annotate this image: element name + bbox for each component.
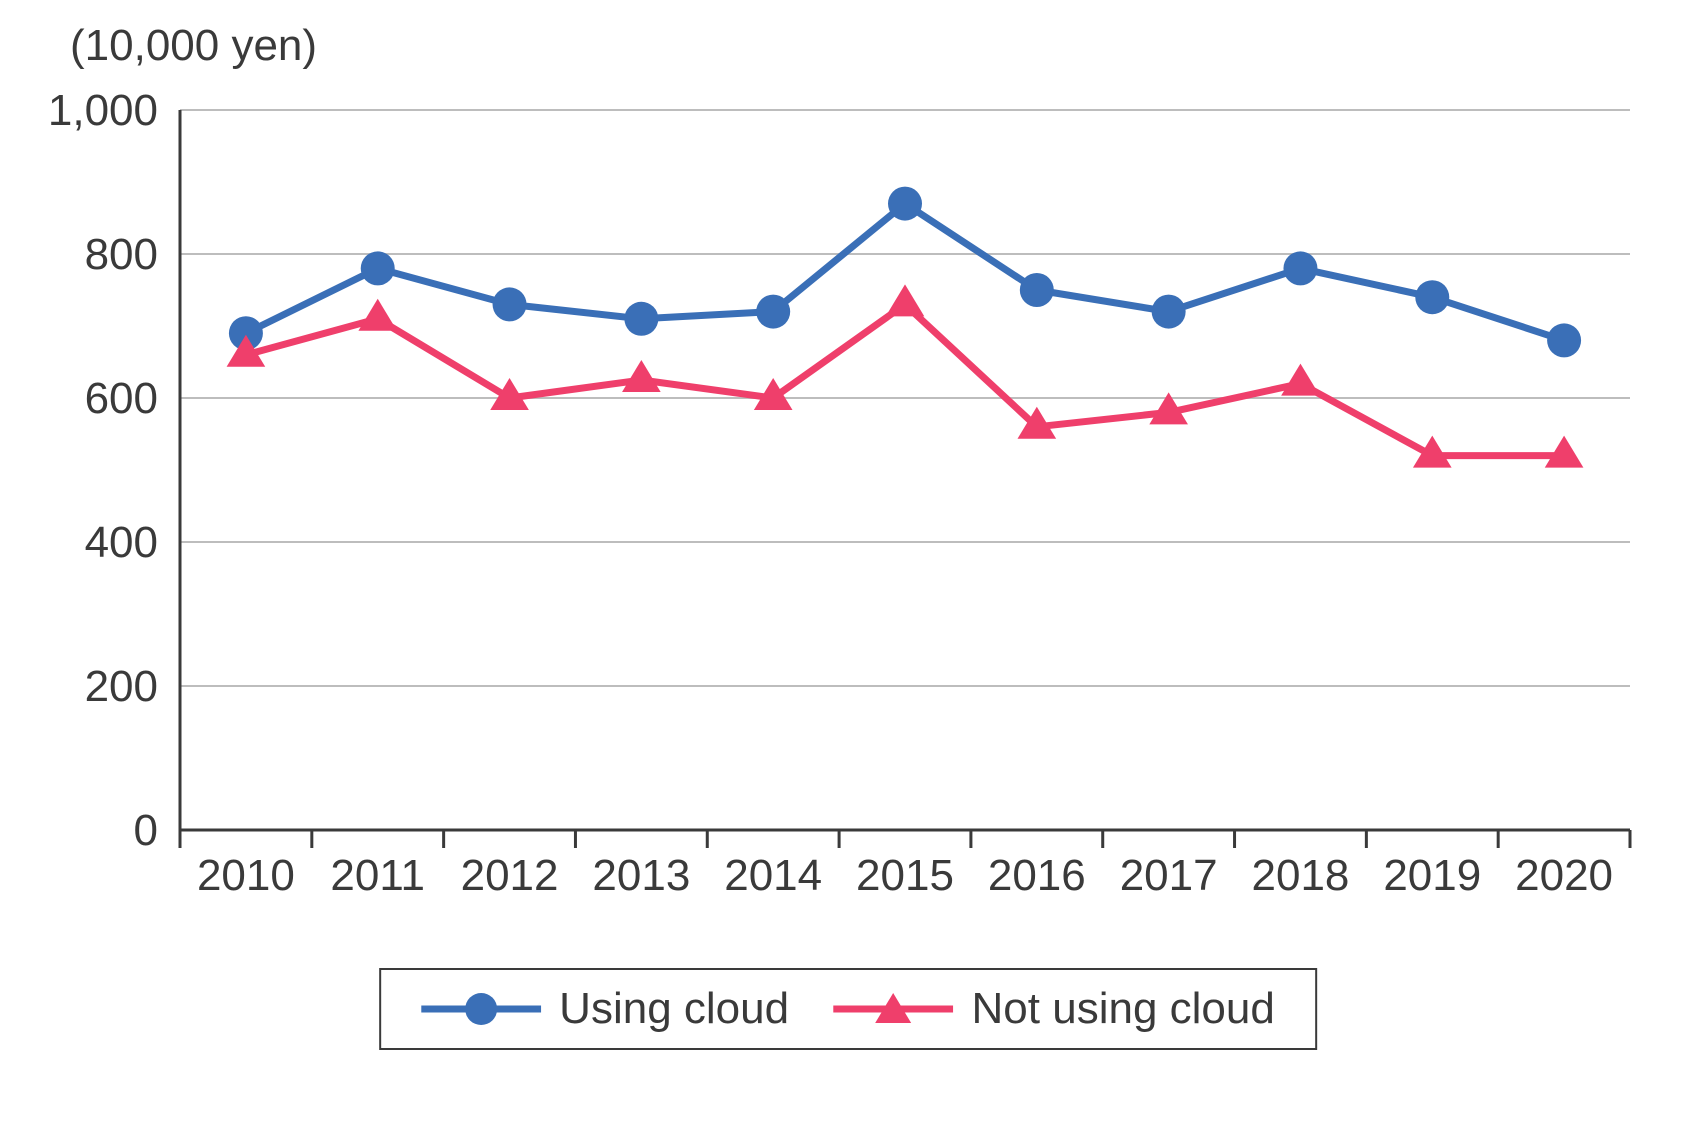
x-tick-label: 2012 bbox=[461, 851, 559, 900]
y-tick-label: 1,000 bbox=[48, 86, 158, 135]
x-tick-label: 2020 bbox=[1515, 851, 1613, 900]
line-chart-svg: (10,000 yen) 0 200 400 600 800 1,000 2010 2011 20… bbox=[0, 0, 1696, 950]
series-marker-circle bbox=[888, 187, 922, 221]
x-tick-label: 2017 bbox=[1120, 851, 1218, 900]
y-tick-label: 600 bbox=[85, 374, 158, 423]
series-marker-triangle bbox=[886, 284, 925, 316]
legend-swatch-not-using-cloud bbox=[834, 989, 954, 1029]
series-line bbox=[246, 304, 1564, 455]
series-marker-triangle bbox=[1545, 436, 1584, 468]
series-marker-triangle bbox=[1281, 364, 1320, 396]
series-marker-circle bbox=[1020, 273, 1054, 307]
y-tick-label: 200 bbox=[85, 662, 158, 711]
legend-label-not-using-cloud: Not using cloud bbox=[972, 984, 1275, 1034]
series-marker-circle bbox=[493, 287, 527, 321]
series-marker-circle bbox=[624, 302, 658, 336]
x-tick-label: 2015 bbox=[856, 851, 954, 900]
legend-item-not-using-cloud: Not using cloud bbox=[834, 984, 1275, 1034]
x-tick-label: 2014 bbox=[724, 851, 822, 900]
y-axis-unit-label: (10,000 yen) bbox=[70, 21, 317, 70]
y-tick-label: 400 bbox=[85, 518, 158, 567]
series-line bbox=[246, 204, 1564, 341]
x-tick-label: 2019 bbox=[1383, 851, 1481, 900]
legend: Using cloud Not using cloud bbox=[379, 968, 1317, 1050]
series-marker-circle bbox=[756, 295, 790, 329]
x-tick-label: 2011 bbox=[330, 851, 425, 900]
x-tick-label: 2016 bbox=[988, 851, 1086, 900]
legend-label-using-cloud: Using cloud bbox=[559, 984, 789, 1034]
x-tick-label: 2010 bbox=[197, 851, 295, 900]
x-tick-label: 2013 bbox=[592, 851, 690, 900]
series-marker-circle bbox=[361, 251, 395, 285]
series-marker-circle bbox=[1152, 295, 1186, 329]
legend-item-using-cloud: Using cloud bbox=[421, 984, 789, 1034]
series-marker-circle bbox=[1415, 280, 1449, 314]
series-marker-circle bbox=[1283, 251, 1317, 285]
series-marker-triangle bbox=[622, 360, 661, 392]
series-marker-circle bbox=[1547, 323, 1581, 357]
chart-container: (10,000 yen) 0 200 400 600 800 1,000 2010 2011 20… bbox=[0, 0, 1696, 1122]
y-tick-label: 0 bbox=[134, 806, 158, 855]
x-tick-label: 2018 bbox=[1252, 851, 1350, 900]
y-tick-label: 800 bbox=[85, 230, 158, 279]
legend-swatch-using-cloud bbox=[421, 989, 541, 1029]
series-marker-triangle bbox=[358, 299, 397, 331]
